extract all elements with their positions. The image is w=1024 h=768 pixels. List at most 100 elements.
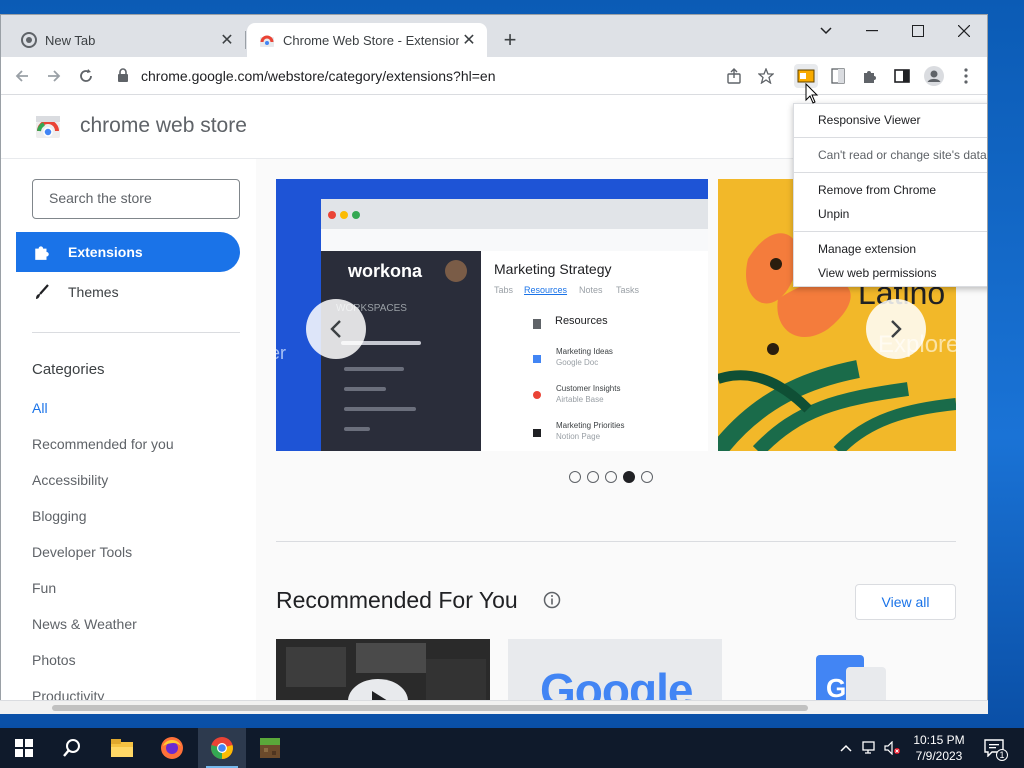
tab-search-icon[interactable] (803, 15, 849, 47)
profile-avatar-icon[interactable] (922, 64, 946, 88)
kebab-menu-icon[interactable] (954, 64, 978, 88)
brush-icon (32, 284, 52, 300)
menu-item-responsive-viewer[interactable]: Responsive Viewer (818, 113, 921, 127)
search-input[interactable]: Search the store (32, 179, 240, 219)
sidebar-divider (32, 332, 240, 333)
chrome-taskbar-icon[interactable] (198, 728, 246, 768)
minimize-button[interactable] (849, 15, 895, 47)
clock-time: 10:15 PM (913, 733, 965, 747)
nav-themes[interactable]: Themes (16, 272, 240, 312)
resource-title: Customer Insights (556, 384, 621, 393)
extension-context-menu: Responsive Viewer Can't read or change s… (793, 103, 987, 287)
notification-count: 1 (996, 749, 1008, 761)
category-item[interactable]: Recommended for you (32, 436, 174, 452)
info-icon[interactable] (543, 591, 561, 609)
resources-heading: Resources (555, 315, 608, 327)
resource-sub: Airtable Base (556, 395, 604, 404)
file-explorer-icon[interactable] (98, 728, 146, 768)
workona-brand: workona (348, 261, 423, 281)
puzzle-icon (32, 243, 52, 261)
carousel-indicators (569, 471, 653, 483)
carousel-prev-button[interactable] (306, 299, 366, 359)
doc-tab: Tasks (616, 285, 640, 295)
nav-label: Themes (68, 284, 119, 300)
extensions-puzzle-icon[interactable] (858, 64, 882, 88)
menu-separator (794, 231, 987, 232)
document-extension-icon[interactable] (826, 64, 850, 88)
lock-icon[interactable] (117, 68, 129, 87)
firefox-icon[interactable] (148, 728, 196, 768)
tab-title: New Tab (45, 32, 96, 48)
new-tab-button[interactable]: + (497, 27, 523, 53)
tab-strip: New Tab ✕ Chrome Web Store - Extensions … (1, 15, 987, 57)
network-icon[interactable] (862, 740, 878, 756)
resource-sub: Notion Page (556, 432, 601, 441)
category-item[interactable]: Developer Tools (32, 544, 132, 560)
carousel-dot[interactable] (569, 471, 581, 483)
tab-separator (245, 31, 246, 49)
section-divider (276, 541, 956, 542)
menu-item-web-permissions[interactable]: View web permissions (818, 266, 937, 280)
doc-tab: Tabs (494, 285, 514, 295)
tab-web-store[interactable]: Chrome Web Store - Extensions ✕ (247, 23, 487, 57)
doc-title: Marketing Strategy (494, 261, 612, 277)
volume-muted-icon[interactable] (884, 740, 900, 756)
scrollbar-thumb[interactable] (52, 705, 808, 711)
share-icon[interactable] (725, 67, 743, 85)
category-item[interactable]: Blogging (32, 508, 87, 524)
mouse-cursor-icon (805, 82, 819, 110)
category-item[interactable]: News & Weather (32, 616, 137, 632)
web-store-favicon-icon (259, 32, 275, 48)
menu-item-site-access: Can't read or change site's data (818, 148, 987, 162)
menu-item-remove[interactable]: Remove from Chrome (818, 183, 936, 197)
nav-extensions[interactable]: Extensions (16, 232, 240, 272)
carousel-dot[interactable] (641, 471, 653, 483)
carousel-next-button[interactable] (866, 299, 926, 359)
category-item[interactable]: Accessibility (32, 472, 108, 488)
view-all-button[interactable]: View all (855, 584, 956, 620)
search-icon[interactable] (48, 728, 96, 768)
slide-edge-text: er (276, 343, 287, 363)
nav-label: Extensions (68, 244, 143, 260)
resource-title: Marketing Ideas (556, 347, 613, 356)
menu-item-unpin[interactable]: Unpin (818, 207, 849, 221)
category-item[interactable]: Photos (32, 652, 76, 668)
notifications-icon[interactable]: 1 (984, 738, 1008, 761)
carousel-dot[interactable] (587, 471, 599, 483)
start-button[interactable] (0, 728, 48, 768)
bookmark-star-icon[interactable] (757, 67, 775, 85)
horizontal-scrollbar[interactable] (0, 700, 988, 714)
forward-button[interactable] (41, 63, 67, 89)
browser-toolbar: chrome.google.com/webstore/category/exte… (1, 57, 987, 95)
close-tab-icon[interactable]: ✕ (217, 30, 237, 50)
maximize-button[interactable] (895, 15, 941, 47)
reload-button[interactable] (73, 63, 99, 89)
web-store-logo-icon[interactable] (35, 115, 61, 139)
resource-sub: Google Doc (556, 358, 599, 367)
close-window-button[interactable] (941, 15, 987, 47)
menu-item-manage-extension[interactable]: Manage extension (818, 242, 916, 256)
doc-tab: Notes (579, 285, 603, 295)
category-item[interactable]: Fun (32, 580, 56, 596)
menu-separator (794, 137, 987, 138)
store-title[interactable]: chrome web store (80, 114, 247, 138)
back-button[interactable] (9, 63, 35, 89)
windows-taskbar: 10:15 PM 7/9/2023 1 (0, 728, 1024, 768)
minecraft-icon[interactable] (246, 728, 294, 768)
doc-tab: Resources (524, 285, 568, 295)
browser-window: New Tab ✕ Chrome Web Store - Extensions … (0, 14, 988, 714)
tab-new-tab[interactable]: New Tab ✕ (9, 23, 245, 57)
side-panel-icon[interactable] (890, 64, 914, 88)
menu-separator (794, 172, 987, 173)
address-bar[interactable]: chrome.google.com/webstore/category/exte… (109, 61, 783, 91)
carousel-dot[interactable] (605, 471, 617, 483)
category-item[interactable]: All (32, 400, 48, 416)
categories-heading: Categories (32, 361, 105, 378)
svg-text:G: G (826, 673, 846, 703)
carousel-dot-active[interactable] (623, 471, 635, 483)
system-clock[interactable]: 10:15 PM 7/9/2023 (900, 732, 978, 764)
url-text: chrome.google.com/webstore/category/exte… (141, 68, 496, 84)
close-tab-icon[interactable]: ✕ (459, 30, 479, 50)
chevron-up-icon[interactable] (838, 740, 854, 756)
tab-title: Chrome Web Store - Extensions (283, 32, 459, 48)
